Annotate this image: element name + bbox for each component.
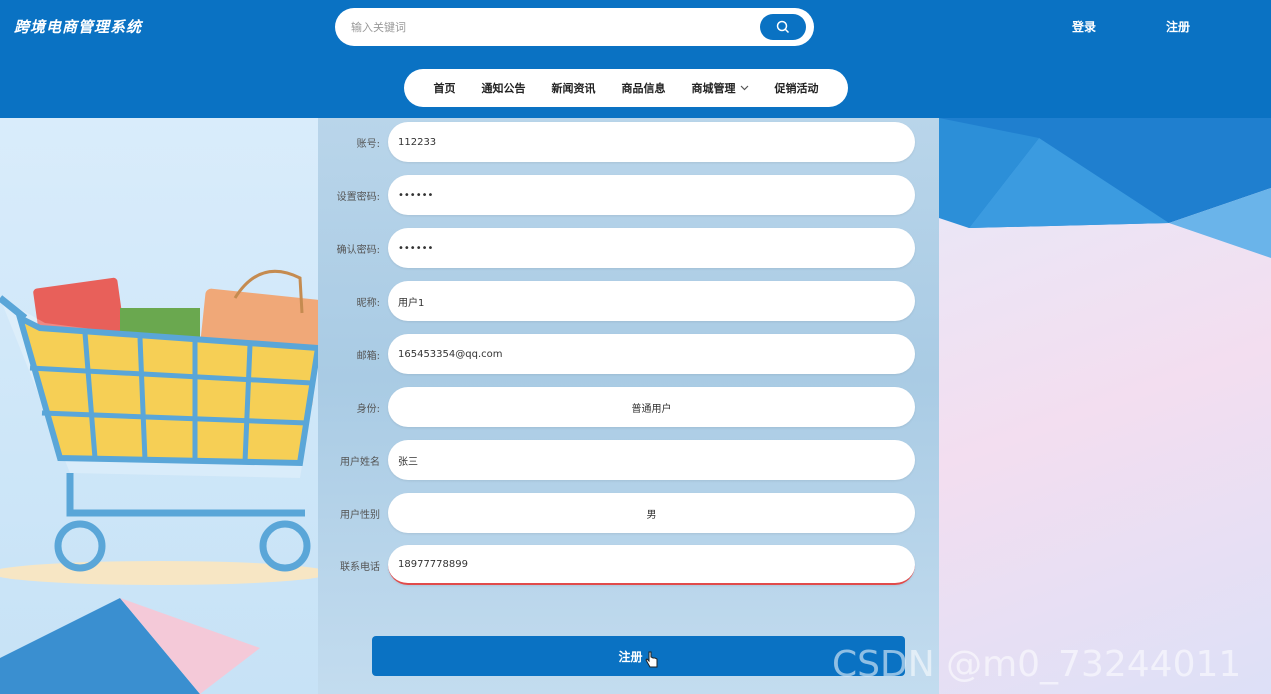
form-row-nickname: 昵称: 用户1 <box>318 281 939 321</box>
shopping-cart-illustration <box>0 269 318 694</box>
nickname-field[interactable]: 用户1 <box>388 281 915 321</box>
password-field[interactable]: •••••• <box>388 175 915 215</box>
account-label: 账号: <box>356 139 380 150</box>
nav-item-promotions[interactable]: 促销活动 <box>762 80 832 96</box>
nav-item-notices[interactable]: 通知公告 <box>469 80 539 96</box>
realname-label: 用户姓名 <box>340 457 380 468</box>
nav-item-home[interactable]: 首页 <box>421 80 469 96</box>
gender-label: 用户性别 <box>340 510 380 521</box>
identity-label: 身份: <box>356 404 380 415</box>
form-row-account: 账号: 112233 <box>318 122 939 162</box>
confirm-password-label: 确认密码: <box>336 245 380 256</box>
header: 跨境电商管理系统 登录 注册 首页 通知公告 新闻资讯 商品信息 商城管理 促销… <box>0 0 1271 118</box>
phone-field[interactable]: 18977778899 <box>388 545 915 585</box>
polygon-decoration <box>939 118 1271 258</box>
search-icon <box>776 20 790 34</box>
chevron-down-icon <box>740 85 748 91</box>
password-label: 设置密码: <box>336 192 380 203</box>
login-link[interactable]: 登录 <box>1072 18 1096 35</box>
realname-field[interactable]: 张三 <box>388 440 915 480</box>
left-decoration <box>0 118 318 694</box>
main-nav: 首页 通知公告 新闻资讯 商品信息 商城管理 促销活动 <box>404 69 848 107</box>
phone-label: 联系电话 <box>340 562 380 573</box>
form-row-confirm-password: 确认密码: •••••• <box>318 228 939 268</box>
site-logo[interactable]: 跨境电商管理系统 <box>14 16 142 37</box>
email-field[interactable]: 165453354@qq.com <box>388 334 915 374</box>
form-row-identity: 身份: 普通用户 <box>318 387 939 427</box>
nav-item-mall[interactable]: 商城管理 <box>679 80 762 96</box>
register-link[interactable]: 注册 <box>1166 18 1190 35</box>
form-row-phone: 联系电话 18977778899 <box>318 545 939 585</box>
hand-cursor-icon <box>644 651 657 668</box>
watermark: CSDN @m0_73244011 <box>832 644 1242 685</box>
right-decoration <box>939 118 1271 694</box>
nickname-label: 昵称: <box>356 298 380 309</box>
form-row-password: 设置密码: •••••• <box>318 175 939 215</box>
search-bar <box>335 8 814 46</box>
gender-select[interactable]: 男 <box>388 493 915 533</box>
form-row-gender: 用户性别 男 <box>318 493 939 533</box>
form-row-realname: 用户姓名 张三 <box>318 440 939 480</box>
nav-item-news[interactable]: 新闻资讯 <box>539 80 609 96</box>
nav-item-products[interactable]: 商品信息 <box>609 80 679 96</box>
search-button[interactable] <box>760 14 806 40</box>
register-submit-button[interactable]: 注册 <box>372 636 905 676</box>
search-input[interactable] <box>351 17 751 37</box>
email-label: 邮箱: <box>356 351 380 362</box>
account-field[interactable]: 112233 <box>388 122 915 162</box>
identity-select[interactable]: 普通用户 <box>388 387 915 427</box>
confirm-password-field[interactable]: •••••• <box>388 228 915 268</box>
form-row-email: 邮箱: 165453354@qq.com <box>318 334 939 374</box>
